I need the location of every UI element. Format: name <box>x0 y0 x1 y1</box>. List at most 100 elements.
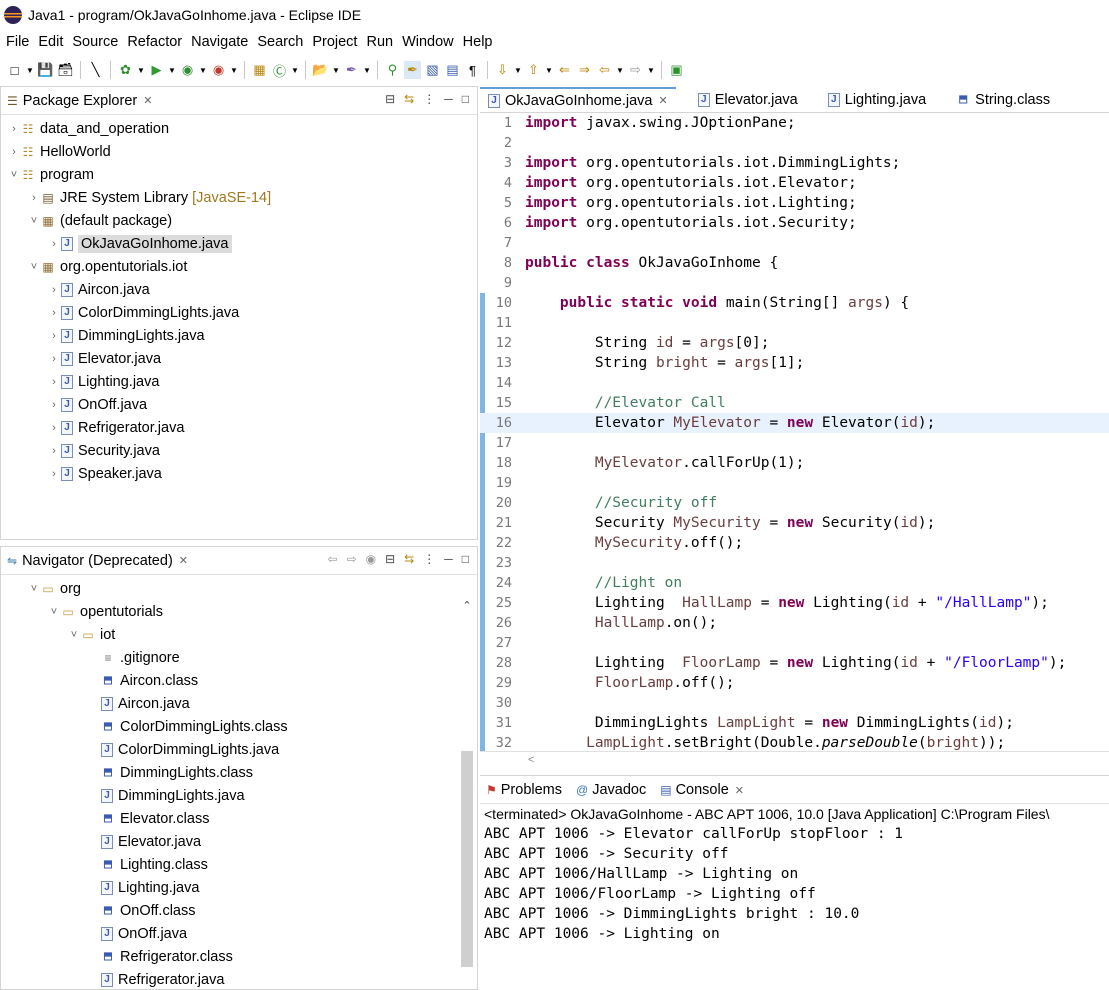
debug-icon[interactable]: ✿ <box>117 61 134 79</box>
chevron-right-icon[interactable]: › <box>47 284 61 296</box>
close-icon[interactable]: ✕ <box>143 94 152 107</box>
close-icon[interactable]: ✕ <box>179 554 188 567</box>
code-line[interactable]: 18 MyElevator.callForUp(1); <box>480 453 1109 473</box>
next-annotation-dropdown-icon[interactable]: ▼ <box>514 61 522 79</box>
save-icon[interactable]: 💾 <box>37 61 54 79</box>
code-line[interactable]: 2 <box>480 133 1109 153</box>
chevron-right-icon[interactable]: › <box>47 238 61 250</box>
tree-item[interactable]: ⬒ Elevator.class <box>1 807 477 830</box>
tab-javadoc[interactable]: @ Javadoc <box>576 782 646 798</box>
debug-dropdown-icon[interactable]: ▼ <box>137 61 145 79</box>
code-line[interactable]: 15 //Elevator Call <box>480 393 1109 413</box>
package-explorer-title[interactable]: Package Explorer <box>23 93 137 109</box>
chevron-right-icon[interactable]: › <box>7 146 21 158</box>
menu-source[interactable]: Source <box>72 34 118 50</box>
up-icon[interactable]: ◉ <box>366 552 376 566</box>
chevron-right-icon[interactable]: › <box>47 445 61 457</box>
chevron-down-icon[interactable]: ˅ <box>47 606 61 618</box>
chevron-down-icon[interactable]: ˅ <box>27 261 41 273</box>
chevron-right-icon[interactable]: › <box>47 422 61 434</box>
tree-item[interactable]: ˅ ▦ org.opentutorials.iot <box>1 255 477 278</box>
collapse-all-icon[interactable]: ⊟ <box>385 92 395 106</box>
menu-navigate[interactable]: Navigate <box>191 34 248 50</box>
chevron-right-icon[interactable]: › <box>47 468 61 480</box>
code-line[interactable]: 26 HallLamp.on(); <box>480 613 1109 633</box>
tree-item[interactable]: ˅ ☷ program <box>1 163 477 186</box>
code-line[interactable]: 24 //Light on <box>480 573 1109 593</box>
code-line[interactable]: 12 String id = args[0]; <box>480 333 1109 353</box>
new-dropdown-icon[interactable]: ▼ <box>26 61 34 79</box>
code-line[interactable]: 28 Lighting FloorLamp = new Lighting(id … <box>480 653 1109 673</box>
chevron-right-icon[interactable]: › <box>7 123 21 135</box>
code-line[interactable]: 11 <box>480 313 1109 333</box>
code-line[interactable]: 5 import org.opentutorials.iot.Lighting; <box>480 193 1109 213</box>
menu-run[interactable]: Run <box>366 34 393 50</box>
menu-window[interactable]: Window <box>402 34 454 50</box>
word-wrap-icon[interactable]: ▤ <box>444 61 461 79</box>
code-line[interactable]: 3 import org.opentutorials.iot.DimmingLig… <box>480 153 1109 173</box>
code-line[interactable]: 16 Elevator MyElevator = new Elevator(id… <box>480 413 1109 433</box>
menu-refactor[interactable]: Refactor <box>127 34 182 50</box>
code-line[interactable]: 22 MySecurity.off(); <box>480 533 1109 553</box>
code-line[interactable]: 9 <box>480 273 1109 293</box>
scroll-left-icon[interactable]: < <box>528 754 534 766</box>
external-tools-icon[interactable]: ◉ <box>210 61 227 79</box>
chevron-down-icon[interactable]: ˅ <box>67 629 81 641</box>
code-editor[interactable]: 1 import javax.swing.JOptionPane; 2 3 import… <box>480 113 1109 751</box>
code-line[interactable]: 6 import org.opentutorials.iot.Security; <box>480 213 1109 233</box>
collapse-all-icon[interactable]: ⊟ <box>385 552 395 566</box>
navigator-title[interactable]: Navigator (Deprecated) <box>22 553 173 569</box>
tree-item[interactable]: ˅ ▭ iot <box>1 623 477 646</box>
code-line[interactable]: 20 //Security off <box>480 493 1109 513</box>
menu-project[interactable]: Project <box>312 34 357 50</box>
code-line[interactable]: 19 <box>480 473 1109 493</box>
coverage-icon[interactable]: ◉ <box>179 61 196 79</box>
run-dropdown-icon[interactable]: ▼ <box>168 61 176 79</box>
previous-annotation-dropdown-icon[interactable]: ▼ <box>545 61 553 79</box>
chevron-down-icon[interactable]: ˅ <box>27 583 41 595</box>
block-selection-icon[interactable]: ▧ <box>424 61 441 79</box>
code-line[interactable]: 27 <box>480 633 1109 653</box>
new-class-dropdown-icon[interactable]: ▼ <box>291 61 299 79</box>
chevron-right-icon[interactable]: › <box>47 399 61 411</box>
skip-breakpoints-icon[interactable]: ╲ <box>87 61 104 79</box>
code-line[interactable]: 10 public static void main(String[] args… <box>480 293 1109 313</box>
tree-item[interactable]: J Elevator.java <box>1 830 477 853</box>
tab-console[interactable]: ▤ Console ✕ <box>660 781 744 798</box>
open-perspective-icon[interactable]: ▣ <box>668 61 685 79</box>
tree-item[interactable]: › J OkJavaGoInhome.java <box>1 232 477 255</box>
pin-icon[interactable]: ⚲ <box>384 61 401 79</box>
new-java-class-icon[interactable]: Ⓒ <box>271 61 288 79</box>
back-icon[interactable]: ⇦ <box>596 61 613 79</box>
code-line[interactable]: 14 <box>480 373 1109 393</box>
mark-occurrences-icon[interactable]: ✒ <box>404 61 421 79</box>
chevron-down-icon[interactable]: ˅ <box>27 215 41 227</box>
editor-horizontal-scrollbar[interactable]: < <box>480 751 1109 769</box>
back-dropdown-icon[interactable]: ▼ <box>616 61 624 79</box>
search-icon[interactable]: ✒ <box>343 61 360 79</box>
last-edit-location-icon[interactable]: ⇐ <box>556 61 573 79</box>
tree-item[interactable]: › J DimmingLights.java <box>1 324 477 347</box>
tree-item[interactable]: › J Security.java <box>1 439 477 462</box>
tree-item[interactable]: › J OnOff.java <box>1 393 477 416</box>
tree-item[interactable]: › ▤ JRE System Library [JavaSE-14] <box>1 186 477 209</box>
tree-item[interactable]: ⬒ Aircon.class <box>1 669 477 692</box>
chevron-down-icon[interactable]: ˅ <box>7 169 21 181</box>
code-line[interactable]: 21 Security MySecurity = new Security(id… <box>480 513 1109 533</box>
editor-tab[interactable]: J Lighting.java <box>820 87 934 112</box>
run-icon[interactable]: ▶ <box>148 61 165 79</box>
tree-item[interactable]: ⬒ DimmingLights.class <box>1 761 477 784</box>
menu-file[interactable]: File <box>6 34 29 50</box>
menu-help[interactable]: Help <box>463 34 493 50</box>
editor-tab[interactable]: J OkJavaGoInhome.java ✕ <box>480 87 676 112</box>
code-line[interactable]: 1 import javax.swing.JOptionPane; <box>480 113 1109 133</box>
view-menu-icon[interactable]: ⋮ <box>423 92 435 106</box>
tree-item[interactable]: ˅ ▭ org <box>1 577 477 600</box>
editor-tab[interactable]: J Elevator.java <box>690 87 806 112</box>
new-java-package-icon[interactable]: ▦ <box>251 61 268 79</box>
tree-item[interactable]: ⬒ Lighting.class <box>1 853 477 876</box>
tree-item[interactable]: J DimmingLights.java <box>1 784 477 807</box>
tree-item[interactable]: J Aircon.java <box>1 692 477 715</box>
open-type-dropdown-icon[interactable]: ▼ <box>332 61 340 79</box>
forward-history-icon[interactable]: ⇒ <box>576 61 593 79</box>
